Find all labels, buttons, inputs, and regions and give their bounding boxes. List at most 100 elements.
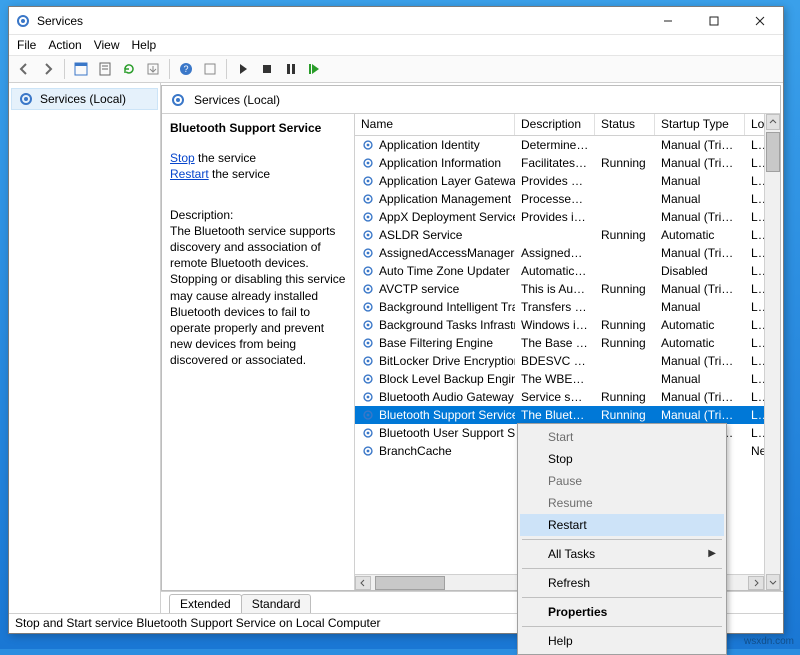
- service-row[interactable]: Application InformationFacilitates th...…: [355, 154, 764, 172]
- service-row[interactable]: AVCTP serviceThis is Audio...RunningManu…: [355, 280, 764, 298]
- col-startup-type[interactable]: Startup Type: [655, 114, 745, 135]
- service-desc: Automaticall...: [515, 264, 595, 278]
- service-desc: AssignedAcc...: [515, 246, 595, 260]
- menu-view[interactable]: View: [94, 38, 120, 52]
- nav-pane: Services (Local): [9, 83, 161, 613]
- scroll-down-button[interactable]: [766, 574, 780, 590]
- service-startup: Manual (Trigg...: [655, 156, 745, 170]
- service-name: Application Layer Gateway S...: [379, 174, 515, 188]
- service-name: AppX Deployment Service (A...: [379, 210, 515, 224]
- watermark: wsxdn.com: [744, 636, 794, 647]
- service-row[interactable]: Application Layer Gateway S...Provides s…: [355, 172, 764, 190]
- minimize-button[interactable]: [645, 7, 691, 35]
- service-logon: Loc: [745, 336, 764, 350]
- service-startup: Manual (Trigg...: [655, 354, 745, 368]
- restart-service-link[interactable]: Restart: [170, 167, 209, 181]
- service-row[interactable]: Background Tasks Infrastruc...Windows in…: [355, 316, 764, 334]
- restart-service-button[interactable]: [304, 58, 326, 80]
- window-title: Services: [37, 14, 645, 28]
- context-menu-item[interactable]: Restart: [520, 514, 724, 536]
- service-logon: Loc: [745, 354, 764, 368]
- service-row[interactable]: Base Filtering EngineThe Base Filt...Run…: [355, 334, 764, 352]
- service-row[interactable]: Application IdentityDetermines ...Manual…: [355, 136, 764, 154]
- col-description[interactable]: Description: [515, 114, 595, 135]
- service-name: BitLocker Drive Encryption S...: [379, 354, 515, 368]
- service-gear-icon: [361, 228, 375, 242]
- menubar: File Action View Help: [9, 35, 783, 55]
- toolbar-button[interactable]: [199, 58, 221, 80]
- service-row[interactable]: Background Intelligent Tran...Transfers …: [355, 298, 764, 316]
- service-row[interactable]: ASLDR ServiceRunningAutomaticLoc: [355, 226, 764, 244]
- service-name: Background Tasks Infrastruc...: [379, 318, 515, 332]
- service-row[interactable]: BitLocker Drive Encryption S...BDESVC ho…: [355, 352, 764, 370]
- svg-text:?: ?: [183, 64, 188, 74]
- service-desc: Transfers file...: [515, 300, 595, 314]
- service-status: Running: [595, 156, 655, 170]
- vscroll-thumb[interactable]: [766, 132, 780, 172]
- properties-button[interactable]: [70, 58, 92, 80]
- tab-standard[interactable]: Standard: [241, 594, 312, 613]
- context-menu-item[interactable]: All Tasks▶: [520, 543, 724, 565]
- service-status: Running: [595, 282, 655, 296]
- service-logon: Loc: [745, 228, 764, 242]
- service-row[interactable]: AssignedAccessManager Ser...AssignedAcc.…: [355, 244, 764, 262]
- context-menu-item[interactable]: Refresh: [520, 572, 724, 594]
- service-desc: Provides sup...: [515, 174, 595, 188]
- service-gear-icon: [361, 210, 375, 224]
- service-startup: Manual (Trigg...: [655, 390, 745, 404]
- close-button[interactable]: [737, 7, 783, 35]
- service-desc: Provides infr...: [515, 210, 595, 224]
- service-startup: Manual: [655, 300, 745, 314]
- stop-suffix: the service: [195, 151, 256, 165]
- service-startup: Automatic: [655, 318, 745, 332]
- scroll-up-button[interactable]: [766, 114, 780, 130]
- col-name[interactable]: Name: [355, 114, 515, 135]
- service-desc: The Base Filt...: [515, 336, 595, 350]
- hscroll-thumb[interactable]: [375, 576, 445, 590]
- context-menu-separator: [522, 568, 722, 569]
- export-button[interactable]: [142, 58, 164, 80]
- start-service-button[interactable]: [232, 58, 254, 80]
- stop-service-link[interactable]: Stop: [170, 151, 195, 165]
- scroll-right-button[interactable]: [748, 576, 764, 590]
- service-name: AVCTP service: [379, 282, 459, 296]
- refresh-button[interactable]: [118, 58, 140, 80]
- vertical-scrollbar[interactable]: [764, 114, 780, 590]
- toolbar-separator: [169, 59, 170, 79]
- service-gear-icon: [361, 390, 375, 404]
- service-gear-icon: [361, 282, 375, 296]
- titlebar: Services: [9, 7, 783, 35]
- service-startup: Manual (Trigg...: [655, 408, 745, 422]
- scroll-left-button[interactable]: [355, 576, 371, 590]
- service-status: Running: [595, 336, 655, 350]
- service-row[interactable]: Bluetooth Support ServiceThe Bluetoo...R…: [355, 406, 764, 424]
- service-row[interactable]: Application ManagementProcesses in...Man…: [355, 190, 764, 208]
- service-desc: The WBENGI...: [515, 372, 595, 386]
- forward-button[interactable]: [37, 58, 59, 80]
- help-button[interactable]: ?: [175, 58, 197, 80]
- stop-service-button[interactable]: [256, 58, 278, 80]
- service-gear-icon: [361, 246, 375, 260]
- service-name: Application Management: [379, 192, 511, 206]
- menu-help[interactable]: Help: [132, 38, 157, 52]
- service-startup: Manual: [655, 372, 745, 386]
- pause-service-button[interactable]: [280, 58, 302, 80]
- nav-item-services-local[interactable]: Services (Local): [11, 88, 158, 110]
- context-menu-item[interactable]: Properties: [520, 601, 724, 623]
- menu-action[interactable]: Action: [48, 38, 81, 52]
- export-list-button[interactable]: [94, 58, 116, 80]
- context-menu-item[interactable]: Stop: [520, 448, 724, 470]
- service-row[interactable]: AppX Deployment Service (A...Provides in…: [355, 208, 764, 226]
- service-desc: The Bluetoo...: [515, 408, 595, 422]
- service-logon: Loc: [745, 156, 764, 170]
- back-button[interactable]: [13, 58, 35, 80]
- service-row[interactable]: Block Level Backup Engine S...The WBENGI…: [355, 370, 764, 388]
- tab-extended[interactable]: Extended: [169, 594, 242, 613]
- service-row[interactable]: Bluetooth Audio Gateway Ser...Service su…: [355, 388, 764, 406]
- menu-file[interactable]: File: [17, 38, 36, 52]
- service-name: Bluetooth Audio Gateway Ser...: [379, 390, 515, 404]
- maximize-button[interactable]: [691, 7, 737, 35]
- service-name: Application Information: [379, 156, 501, 170]
- service-row[interactable]: Auto Time Zone UpdaterAutomaticall...Dis…: [355, 262, 764, 280]
- col-status[interactable]: Status: [595, 114, 655, 135]
